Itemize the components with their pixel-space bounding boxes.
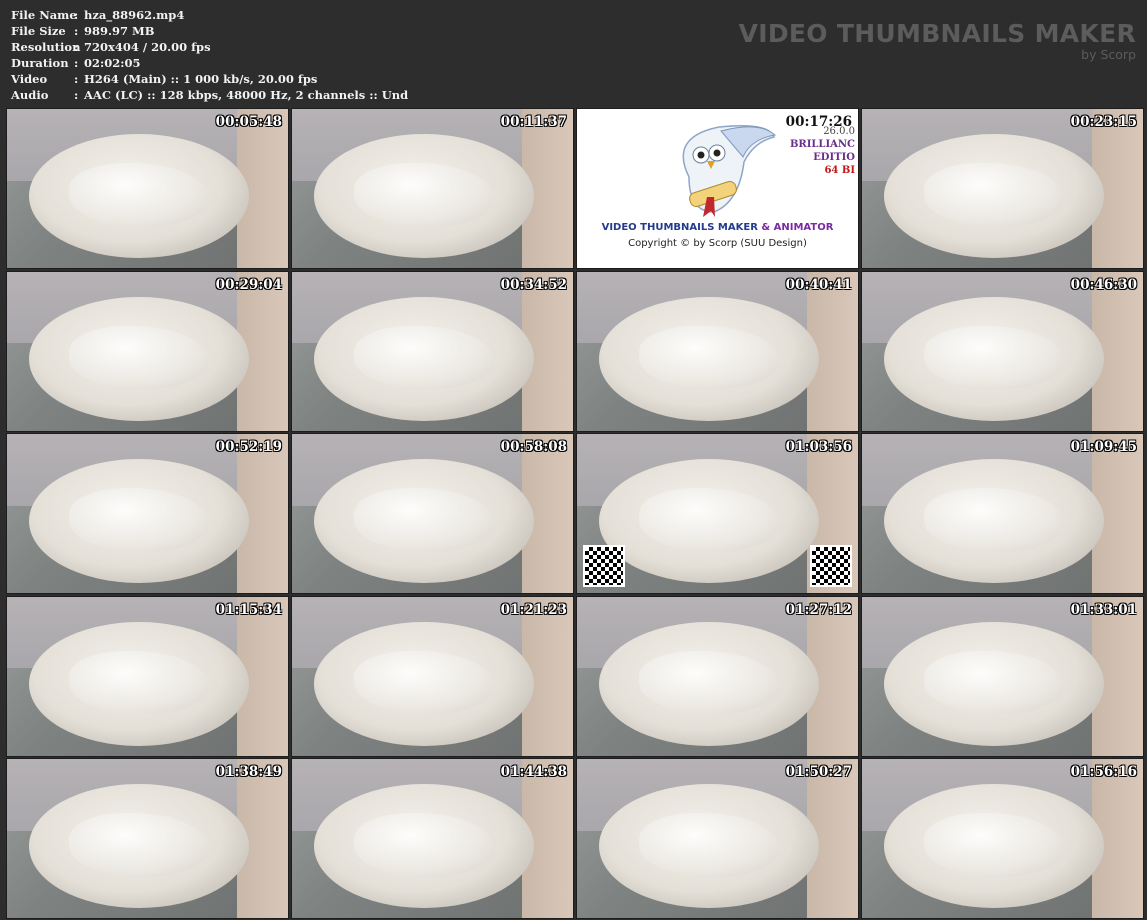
thumbnail-grid: 00:05:48 00:11:37 26.0.0 BRILLIANC EDITIO 64 … (7, 109, 1143, 918)
timestamp-label: 00:11:37 (500, 114, 567, 130)
logo-title-amp: & (761, 222, 771, 233)
qr-code-icon (810, 545, 852, 587)
timestamp-label: 01:21:23 (500, 601, 567, 618)
brand-subtitle: by Scorp (1081, 47, 1136, 62)
info-separator: : (74, 88, 79, 102)
file-info-panel: File Name : hza_88962.mp4 File Size : 98… (11, 7, 408, 103)
thumbnail[interactable]: 00:52:19 (7, 434, 288, 593)
thumbnail[interactable]: 00:46:30 (862, 271, 1143, 431)
logo-title-part: VIDEO THUMBNAILS MAKER (601, 222, 758, 233)
thumbnail[interactable]: 01:33:01 (862, 596, 1143, 756)
info-label: Duration (11, 56, 69, 70)
timestamp-label: 00:05:48 (215, 114, 282, 130)
info-value: AAC (LC) :: 128 kbps, 48000 Hz, 2 channe… (84, 88, 409, 102)
thumbnail[interactable]: 01:21:23 (292, 596, 573, 756)
thumbnail[interactable]: 00:58:08 (292, 434, 573, 593)
timestamp-label: 00:58:08 (500, 439, 567, 455)
thumbnail[interactable]: 01:03:56 (577, 434, 858, 593)
edition-badge: 26.0.0 BRILLIANC EDITIO 64 BI (790, 125, 855, 177)
info-label: Video (11, 72, 48, 86)
timestamp-label: 00:23:15 (1070, 114, 1137, 130)
thumbnail[interactable]: 01:09:45 (862, 434, 1143, 593)
owl-logo-icon (682, 125, 777, 217)
timestamp-label: 01:09:45 (1070, 439, 1137, 455)
thumbnail[interactable]: 01:56:16 (862, 759, 1143, 918)
logo-copyright: Copyright © by Scorp (SUU Design) (628, 238, 807, 249)
brand-watermark: VIDEO THUMBNAILS MAKER by Scorp (739, 20, 1136, 62)
info-value: 720x404 / 20.00 fps (84, 40, 211, 54)
info-row-file-size: File Size : 989.97 MB (11, 23, 408, 39)
thumbnail[interactable]: 00:23:15 (862, 109, 1143, 268)
thumbnail[interactable]: 01:15:34 (7, 596, 288, 756)
timestamp-label: 00:40:41 (785, 276, 852, 293)
thumbnail[interactable]: 00:05:48 (7, 109, 288, 268)
thumbnail[interactable]: 01:27:12 (577, 596, 858, 756)
timestamp-label: 01:27:12 (785, 601, 852, 618)
info-label: File Name (11, 8, 77, 22)
timestamp-label: 00:52:19 (215, 439, 282, 455)
timestamp-label: 01:33:01 (1070, 601, 1137, 618)
info-row-video: Video : H264 (Main) :: 1 000 kb/s, 20.00… (11, 71, 408, 87)
thumbnail[interactable]: 00:40:41 (577, 271, 858, 431)
thumbnail[interactable]: 00:34:52 (292, 271, 573, 431)
timestamp-label: 01:50:27 (785, 764, 852, 780)
timestamp-label: 00:29:04 (215, 276, 282, 293)
info-row-resolution: Resolution : 720x404 / 20.00 fps (11, 39, 408, 55)
timestamp-label: 01:03:56 (785, 439, 852, 455)
info-label: File Size (11, 24, 66, 38)
info-separator: : (74, 8, 79, 22)
timestamp-label: 00:46:30 (1070, 276, 1137, 293)
info-value: 989.97 MB (84, 24, 155, 38)
info-separator: : (74, 72, 79, 86)
info-label: Audio (11, 88, 49, 102)
thumbnail[interactable]: 01:44:38 (292, 759, 573, 918)
thumbnail[interactable]: 01:38:49 (7, 759, 288, 918)
edition-line: BRILLIANC (789, 139, 855, 150)
bits-label: 64 BI (824, 165, 855, 176)
info-value: H264 (Main) :: 1 000 kb/s, 20.00 fps (84, 72, 318, 86)
brand-title: VIDEO THUMBNAILS MAKER (738, 19, 1136, 48)
logo-title-part: ANIMATOR (773, 222, 834, 233)
timestamp-label: 01:56:16 (1070, 764, 1137, 780)
timestamp-label: 00:17:26 (785, 114, 852, 130)
qr-code-icon (583, 545, 625, 587)
info-row-file-name: File Name : hza_88962.mp4 (11, 7, 408, 23)
info-value: 02:02:05 (84, 56, 141, 70)
thumbnail[interactable]: 01:50:27 (577, 759, 858, 918)
timestamp-label: 00:34:52 (500, 276, 567, 293)
info-row-duration: Duration : 02:02:05 (11, 55, 408, 71)
info-separator: : (74, 56, 79, 70)
info-row-audio: Audio : AAC (LC) :: 128 kbps, 48000 Hz, … (11, 87, 408, 103)
timestamp-label: 01:15:34 (215, 601, 282, 618)
thumbnail-logo[interactable]: 26.0.0 BRILLIANC EDITIO 64 BI VIDEO THUMBNAI… (577, 109, 858, 268)
info-label: Resolution (11, 40, 81, 54)
info-separator: : (74, 24, 79, 38)
info-value: hza_88962.mp4 (84, 8, 185, 22)
edition-line: EDITIO (813, 152, 855, 163)
info-separator: : (74, 40, 79, 54)
thumbnail[interactable]: 00:11:37 (292, 109, 573, 268)
timestamp-label: 01:38:49 (215, 764, 282, 780)
timestamp-label: 01:44:38 (500, 764, 567, 780)
logo-title: VIDEO THUMBNAILS MAKER & ANIMATOR (577, 222, 858, 233)
thumbnail[interactable]: 00:29:04 (7, 271, 288, 431)
